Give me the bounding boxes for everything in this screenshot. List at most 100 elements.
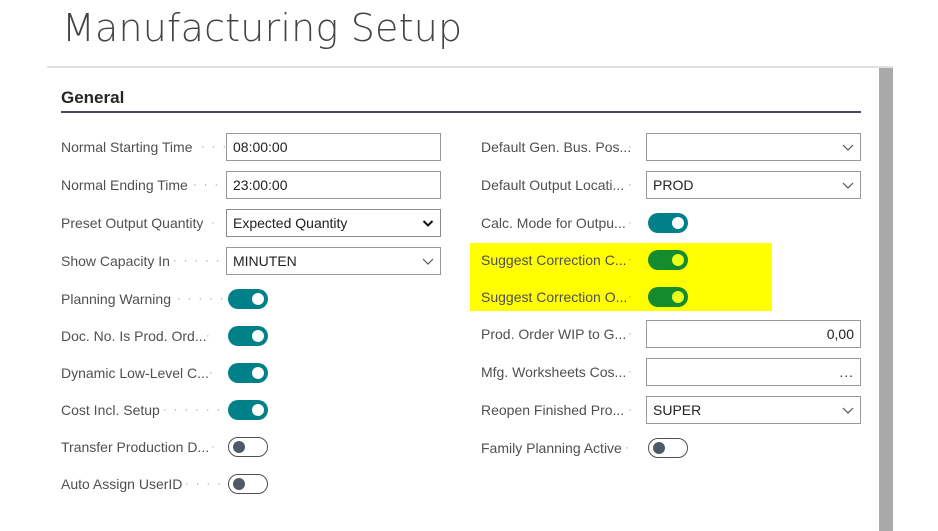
row-suggest-correction-output: Suggest Correction O... · — [481, 283, 771, 311]
row-family-planning-active: Family Planning Active · — [481, 434, 861, 462]
section-header-general[interactable]: General — [61, 88, 124, 108]
leader-dots: · — [206, 330, 212, 342]
toggle-knob — [252, 330, 264, 342]
leader-dots: · — [625, 442, 631, 454]
auto-assign-userid-toggle[interactable] — [228, 474, 268, 494]
transfer-production-data-toggle[interactable] — [228, 437, 268, 457]
preset-output-quantity-select[interactable]: Expected Quantity — [226, 209, 441, 237]
title-divider — [47, 66, 893, 68]
row-calc-mode-for-output: Calc. Mode for Outpu... · — [481, 209, 861, 237]
page-title: Manufacturing Setup — [62, 6, 463, 50]
section-divider — [61, 111, 861, 113]
cost-incl-setup-toggle[interactable] — [228, 400, 268, 420]
leader-dots: · — [628, 291, 634, 303]
leader-dots: · · · · — [185, 478, 223, 490]
leader-dots: · — [211, 217, 217, 229]
normal-starting-time-input[interactable]: 08:00:00 — [226, 133, 441, 161]
toggle-knob — [233, 440, 245, 453]
row-planning-warning: Planning Warning · · · · · — [61, 285, 441, 313]
prod-order-wip-to-gl-input[interactable]: 0,00 — [646, 320, 861, 348]
normal-ending-time-input[interactable]: 23:00:00 — [226, 171, 441, 199]
leader-dots: · — [211, 441, 217, 453]
toggle-knob — [252, 404, 264, 416]
default-output-location-dropdown[interactable]: PROD — [646, 171, 861, 199]
toggle-knob — [252, 293, 264, 305]
row-dynamic-low-level-code: Dynamic Low-Level C... · — [61, 359, 441, 387]
leader-dots: · — [628, 141, 634, 153]
row-default-gen-bus-posting-group: Default Gen. Bus. Pos... · — [481, 133, 861, 161]
ellipsis-button[interactable]: ... — [839, 359, 854, 385]
field-label: Cost Incl. Setup — [61, 402, 160, 418]
row-show-capacity-in: Show Capacity In · · · · · · MINUTEN — [61, 247, 441, 275]
field-label: Preset Output Quantity — [61, 215, 204, 231]
planning-warning-toggle[interactable] — [228, 289, 268, 309]
family-planning-active-toggle[interactable] — [648, 438, 688, 458]
field-label: Default Output Locati... — [481, 177, 625, 193]
row-auto-assign-userid: Auto Assign UserID · · · · — [61, 470, 441, 498]
field-label: Normal Ending Time — [61, 177, 188, 193]
toggle-knob — [233, 477, 245, 490]
field-label: Mfg. Worksheets Cos... — [481, 364, 627, 380]
field-label: Auto Assign UserID — [61, 476, 183, 492]
toggle-knob — [653, 441, 665, 454]
leader-dots: · — [628, 328, 634, 340]
field-label: Normal Starting Time — [61, 139, 193, 155]
leader-dots: · · · · — [193, 179, 225, 191]
row-doc-no-is-prod-order: Doc. No. Is Prod. Ord... · — [61, 322, 441, 350]
dynamic-low-level-code-toggle[interactable] — [228, 363, 268, 383]
row-default-output-location: Default Output Locati... · PROD — [481, 171, 861, 199]
chevron-down-icon — [842, 182, 854, 189]
field-label: Suggest Correction O... — [481, 289, 628, 305]
row-cost-incl-setup: Cost Incl. Setup · · · · · · · — [61, 396, 441, 424]
chevron-down-icon — [422, 220, 434, 227]
dropdown-value: PROD — [653, 177, 694, 193]
field-label: Family Planning Active — [481, 440, 622, 456]
field-label: Planning Warning — [61, 291, 171, 307]
row-reopen-finished-prod-order: Reopen Finished Pro... · SUPER — [481, 396, 861, 424]
field-label: Default Gen. Bus. Pos... — [481, 139, 632, 155]
suggest-correction-consumption-toggle[interactable] — [648, 250, 688, 270]
field-label: Reopen Finished Pro... — [481, 402, 625, 418]
chevron-down-icon — [842, 144, 854, 151]
leader-dots: · — [628, 366, 634, 378]
toggle-knob — [672, 217, 684, 229]
field-label: Suggest Correction C... — [481, 252, 627, 268]
leader-dots: · — [209, 367, 215, 379]
row-preset-output-quantity: Preset Output Quantity · Expected Quanti… — [61, 209, 441, 237]
chevron-down-icon — [422, 258, 434, 265]
leader-dots: · — [628, 404, 634, 416]
field-label: Show Capacity In — [61, 253, 170, 269]
toggle-knob — [672, 291, 684, 303]
select-value: Expected Quantity — [233, 215, 348, 231]
leader-dots: · · · · · — [177, 293, 225, 305]
row-mfg-worksheets-cost: Mfg. Worksheets Cos... · ... — [481, 358, 861, 386]
doc-no-is-prod-order-toggle[interactable] — [228, 326, 268, 346]
field-label: Dynamic Low-Level C... — [61, 365, 209, 381]
row-prod-order-wip-to-gl: Prod. Order WIP to G... · 0,00 — [481, 320, 861, 348]
dropdown-value: MINUTEN — [233, 253, 297, 269]
mfg-worksheets-cost-lookup[interactable]: ... — [646, 358, 861, 386]
leader-dots: · — [628, 217, 634, 229]
toggle-knob — [672, 254, 684, 266]
row-normal-starting-time: Normal Starting Time · · · 08:00:00 — [61, 133, 441, 161]
field-label: Prod. Order WIP to G... — [481, 326, 627, 342]
leader-dots: · — [628, 254, 634, 266]
field-label: Transfer Production D... — [61, 439, 210, 455]
chevron-down-icon — [842, 407, 854, 414]
row-normal-ending-time: Normal Ending Time · · · · 23:00:00 — [61, 171, 441, 199]
field-label: Doc. No. Is Prod. Ord... — [61, 328, 207, 344]
field-label: Calc. Mode for Outpu... — [481, 215, 626, 231]
reopen-finished-prod-order-dropdown[interactable]: SUPER — [646, 396, 861, 424]
leader-dots: · · · · · · · — [163, 404, 225, 416]
leader-dots: · — [628, 179, 634, 191]
leader-dots: · · · · · · — [173, 255, 225, 267]
toggle-knob — [252, 367, 264, 379]
vertical-scrollbar[interactable] — [879, 68, 893, 531]
leader-dots: · · · — [201, 141, 225, 153]
row-suggest-correction-consumption: Suggest Correction C... · — [481, 246, 771, 274]
suggest-correction-output-toggle[interactable] — [648, 287, 688, 307]
show-capacity-in-dropdown[interactable]: MINUTEN — [226, 247, 441, 275]
default-gen-bus-posting-group-dropdown[interactable] — [646, 133, 861, 161]
dropdown-value: SUPER — [653, 402, 702, 418]
calc-mode-for-output-toggle[interactable] — [648, 213, 688, 233]
